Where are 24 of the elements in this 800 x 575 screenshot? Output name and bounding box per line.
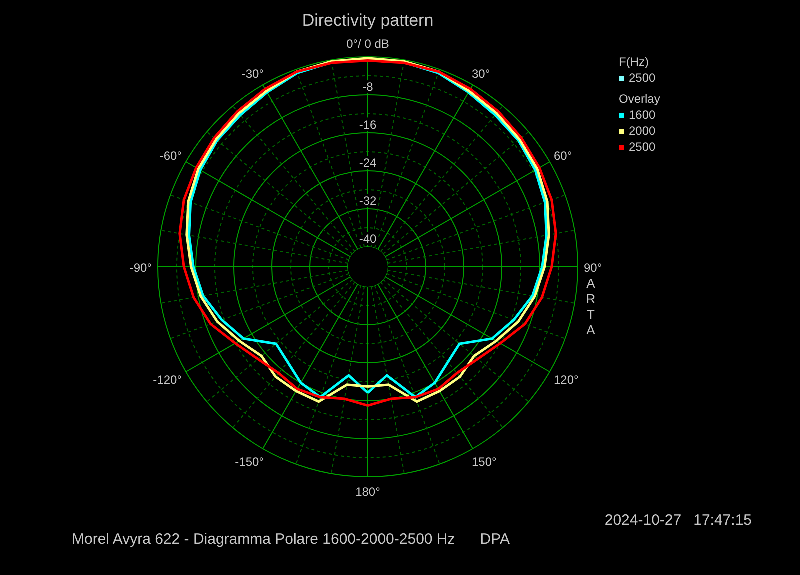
tag-label: DPA [480, 530, 510, 550]
legend-label: 2000 [629, 123, 656, 139]
angle-label: 0°/ 0 dB [346, 37, 390, 51]
legend-label: 2500 [629, 139, 656, 155]
legend-label: 2500 [629, 70, 656, 86]
angle-label: 150° [472, 455, 497, 469]
legend-label: 1600 [629, 107, 656, 123]
legend-heading: Overlay [619, 92, 660, 107]
legend-heading: F(Hz) [619, 55, 649, 70]
angle-label: 30° [472, 67, 490, 81]
angle-label: 90° [584, 261, 602, 275]
angle-label: 60° [554, 149, 572, 163]
angle-label: 180° [356, 485, 380, 499]
time-label: 17:47:15 [694, 512, 752, 530]
caption-label: Morel Avyra 622 - Diagramma Polare 1600-2000-2500 Hz [72, 530, 456, 550]
vertical-label: ARTA [586, 276, 596, 338]
date-label: 2024-10-27 [604, 512, 682, 530]
angle-label: -60° [160, 149, 182, 163]
angle-label: -30° [242, 67, 264, 81]
angle-label: -120° [153, 373, 182, 387]
angle-label: -150° [235, 455, 264, 469]
angle-label: 120° [554, 373, 579, 387]
chart-title: Directivity pattern [302, 10, 434, 32]
angle-label: -90° [130, 261, 152, 275]
